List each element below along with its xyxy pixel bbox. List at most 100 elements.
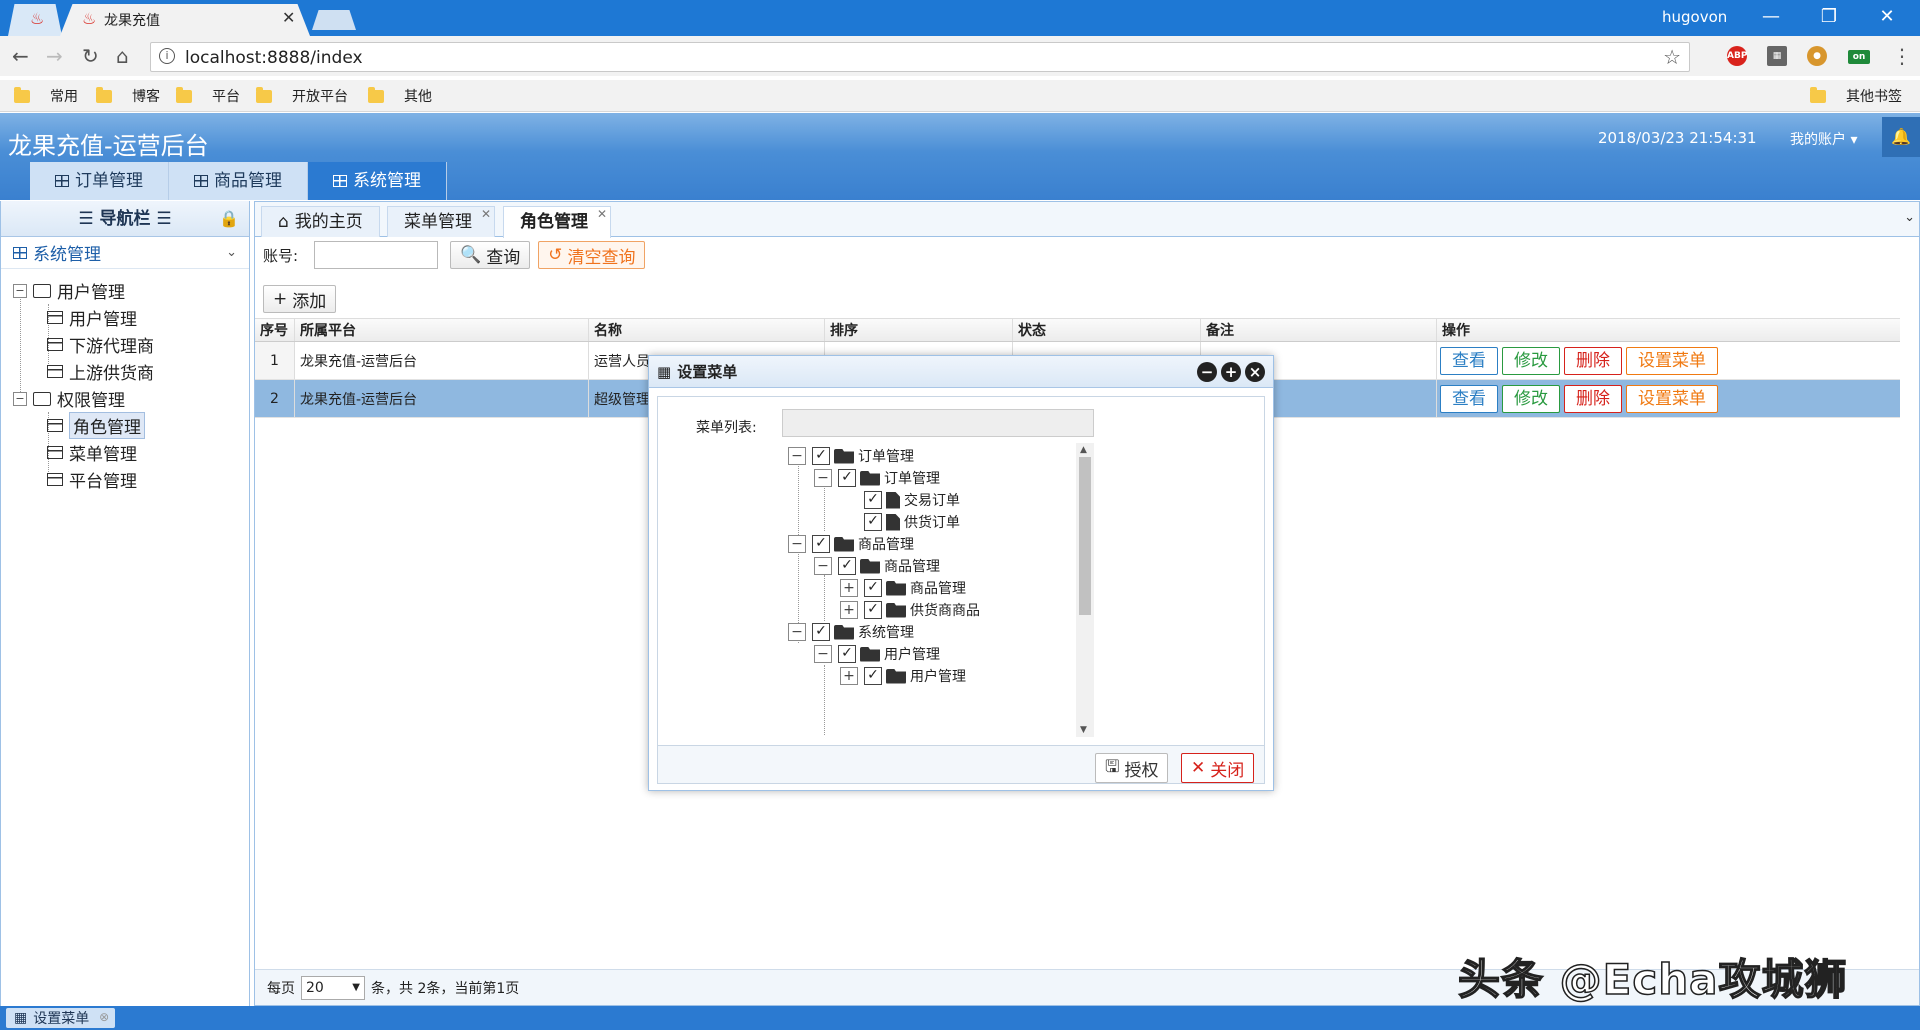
forward-icon[interactable]: → <box>46 44 63 68</box>
bookmark-folder[interactable]: 开放平台 <box>256 86 348 106</box>
menu-node[interactable]: − ✓ 订单管理 <box>814 467 940 489</box>
url-text[interactable]: localhost:8888/index <box>185 48 363 68</box>
menu-node[interactable]: + ✓ 用户管理 <box>840 665 966 687</box>
menu-node[interactable]: − ✓ 商品管理 <box>788 533 914 555</box>
new-tab-button[interactable] <box>312 10 356 30</box>
reload-icon[interactable]: ↻ <box>82 44 99 68</box>
view-button[interactable]: 查看 <box>1440 346 1498 375</box>
profile-name[interactable]: hugovon <box>1662 8 1727 26</box>
menu-node[interactable]: + ✓ 供货商商品 <box>840 599 980 621</box>
checkbox-checked-icon[interactable]: ✓ <box>864 601 882 619</box>
col-header[interactable]: 备注 <box>1201 319 1437 341</box>
bookmark-folder[interactable]: 其他 <box>368 86 432 106</box>
menu-node[interactable]: ✓ 交易订单 <box>864 489 960 511</box>
checkbox-checked-icon[interactable]: ✓ <box>812 535 830 553</box>
checkbox-checked-icon[interactable]: ✓ <box>864 667 882 685</box>
col-header[interactable]: 名称 <box>589 319 825 341</box>
menu-tree-scrollbar[interactable]: ▲ ▼ <box>1076 443 1094 737</box>
tab-role-management[interactable]: 角色管理 ✕ <box>503 206 611 238</box>
browser-tab-active[interactable] <box>60 4 310 36</box>
account-input[interactable] <box>314 241 439 269</box>
browser-tab-pinned[interactable]: ♨ <box>8 4 62 36</box>
collapse-icon[interactable]: − <box>814 645 832 663</box>
qr-code-icon[interactable]: ▦ <box>1767 46 1787 66</box>
checkbox-checked-icon[interactable]: ✓ <box>864 579 882 597</box>
menu-node[interactable]: − ✓ 商品管理 <box>814 555 940 577</box>
maximize-icon[interactable]: + <box>1221 362 1241 382</box>
sidebar-item-platform-management[interactable]: 平台管理 <box>1 466 249 493</box>
bookmark-star-icon[interactable]: ☆ <box>1663 45 1681 69</box>
col-header[interactable]: 状态 <box>1013 319 1201 341</box>
menu-node[interactable]: − ✓ 订单管理 <box>788 445 914 467</box>
topnav-orders[interactable]: 订单管理 <box>30 162 169 200</box>
bookmark-folder[interactable]: 博客 <box>96 86 160 106</box>
query-button[interactable]: 🔍 查询 <box>450 241 531 269</box>
tab-home[interactable]: ⌂ 我的主页 <box>261 206 380 237</box>
close-icon[interactable]: ⊗ <box>99 1010 109 1024</box>
menu-list-input[interactable] <box>782 409 1094 437</box>
checkbox-checked-icon[interactable]: ✓ <box>812 447 830 465</box>
menu-node[interactable]: − ✓ 系统管理 <box>788 621 914 643</box>
sidebar-item-role-management[interactable]: 角色管理 <box>1 412 249 439</box>
collapse-icon[interactable]: − <box>814 469 832 487</box>
sidebar-item-upstream-suppliers[interactable]: 上游供货商 <box>1 358 249 385</box>
collapse-icon[interactable]: − <box>788 623 806 641</box>
delete-button[interactable]: 删除 <box>1564 346 1622 375</box>
col-header[interactable]: 所属平台 <box>295 319 589 341</box>
menu-node[interactable]: ✓ 供货订单 <box>864 511 960 533</box>
col-header[interactable]: 序号 <box>255 319 295 341</box>
other-bookmarks[interactable]: 其他书签 <box>1810 86 1902 106</box>
col-header[interactable]: 排序 <box>825 319 1013 341</box>
expand-icon[interactable]: + <box>840 601 858 619</box>
add-button[interactable]: + 添加 <box>263 285 337 313</box>
scrollbar-thumb[interactable] <box>1079 457 1091 615</box>
authorize-button[interactable]: 🖫 授权 <box>1095 753 1169 783</box>
set-menu-button[interactable]: 设置菜单 <box>1626 384 1718 413</box>
collapse-icon[interactable]: − <box>13 283 27 298</box>
col-header[interactable]: 操作 <box>1437 319 1900 341</box>
sidebar-group-users[interactable]: − 用户管理 <box>1 277 249 304</box>
tabs-menu-chevron-icon[interactable]: ⌄ <box>1904 210 1915 225</box>
adblock-icon[interactable]: ABP <box>1727 46 1747 66</box>
delete-button[interactable]: 删除 <box>1564 384 1622 413</box>
topnav-products[interactable]: 商品管理 <box>169 162 308 200</box>
edit-button[interactable]: 修改 <box>1502 384 1560 413</box>
address-bar[interactable]: i localhost:8888/index ☆ <box>150 42 1690 72</box>
checkbox-checked-icon[interactable]: ✓ <box>838 645 856 663</box>
view-button[interactable]: 查看 <box>1440 384 1498 413</box>
restore-icon[interactable]: ❐ <box>1814 6 1844 27</box>
sidebar-group-permissions[interactable]: − 权限管理 <box>1 385 249 412</box>
taskbar-item-set-menu[interactable]: ▦ 设置菜单 ⊗ <box>6 1008 116 1028</box>
sidebar-section-select[interactable]: 系统管理 ⌄ <box>1 237 249 269</box>
lock-icon[interactable]: 🔒 <box>219 201 239 237</box>
menu-node[interactable]: + ✓ 商品管理 <box>840 577 966 599</box>
bell-icon[interactable]: 🔔 <box>1882 117 1920 157</box>
close-button[interactable]: ✕ 关闭 <box>1181 753 1255 783</box>
collapse-icon[interactable]: − <box>788 535 806 553</box>
checkbox-checked-icon[interactable]: ✓ <box>812 623 830 641</box>
clear-query-button[interactable]: ↺ 清空查询 <box>538 241 646 269</box>
extension-on-icon[interactable]: on <box>1848 50 1870 64</box>
set-menu-button[interactable]: 设置菜单 <box>1626 346 1718 375</box>
page-size-select[interactable]: 20 <box>301 975 365 1000</box>
checkbox-checked-icon[interactable]: ✓ <box>864 513 882 531</box>
bookmark-folder[interactable]: 常用 <box>14 86 78 106</box>
tab-menu-management[interactable]: 菜单管理 ✕ <box>387 206 495 237</box>
close-icon[interactable]: × <box>1245 362 1265 382</box>
dialog-header[interactable]: ▦ 设置菜单 − + × <box>649 356 1273 388</box>
sidebar-item-menu-management[interactable]: 菜单管理 <box>1 439 249 466</box>
tab-close-icon[interactable]: ✕ <box>282 8 295 27</box>
minimize-icon[interactable]: — <box>1756 6 1786 27</box>
expand-icon[interactable]: + <box>840 667 858 685</box>
scroll-down-icon[interactable]: ▼ <box>1080 725 1087 735</box>
sidebar-item-user-management[interactable]: 用户管理 <box>1 304 249 331</box>
tab-close-icon[interactable]: ✕ <box>481 199 491 230</box>
bookmark-folder[interactable]: 平台 <box>176 86 240 106</box>
collapse-icon[interactable]: − <box>814 557 832 575</box>
info-icon[interactable]: i <box>159 48 175 64</box>
checkbox-checked-icon[interactable]: ✓ <box>838 469 856 487</box>
home-icon[interactable]: ⌂ <box>116 44 129 68</box>
collapse-icon[interactable]: − <box>788 447 806 465</box>
checkbox-checked-icon[interactable]: ✓ <box>838 557 856 575</box>
checkbox-checked-icon[interactable]: ✓ <box>864 491 882 509</box>
